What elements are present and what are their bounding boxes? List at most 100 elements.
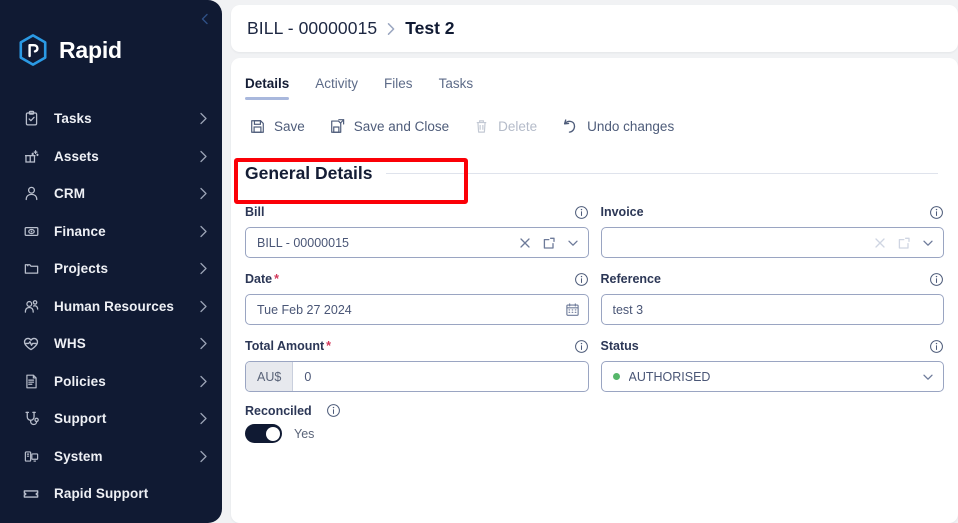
folder-icon [20, 258, 42, 280]
tab-tasks[interactable]: Tasks [439, 76, 474, 100]
section-title: General Details [245, 163, 373, 183]
sidebar-item-finance[interactable]: Finance [0, 213, 222, 251]
delete-button-label: Delete [498, 118, 538, 134]
info-icon[interactable] [929, 272, 944, 287]
field-reconciled: Reconciled Yes [245, 403, 944, 443]
reconciled-toggle-text: Yes [294, 426, 315, 441]
sidebar-item-policies[interactable]: Policies [0, 363, 222, 401]
sidebar-item-label: Tasks [54, 111, 92, 127]
sidebar-item-support[interactable]: Support [0, 400, 222, 438]
delete-button[interactable]: Delete [473, 118, 537, 135]
bill-input[interactable]: BILL - 00000015 [245, 227, 589, 258]
sidebar-item-label: Support [54, 411, 107, 427]
sidebar-item-tasks[interactable]: Tasks [0, 100, 222, 138]
brand[interactable]: Rapid [0, 0, 222, 74]
total-amount-input[interactable]: AU$ 0 [245, 361, 589, 392]
save-and-close-button[interactable]: Save and Close [329, 118, 449, 135]
date-input[interactable]: Tue Feb 27 2024 [245, 294, 589, 325]
chevron-right-icon [199, 225, 208, 238]
sidebar-item-label: Projects [54, 261, 109, 277]
info-icon[interactable] [929, 339, 944, 354]
action-toolbar: Save Save and Close Delete Undo changes [231, 103, 958, 149]
info-icon[interactable] [574, 272, 589, 287]
date-value: Tue Feb 27 2024 [257, 302, 352, 317]
info-icon[interactable] [574, 339, 589, 354]
toggle-knob [265, 426, 280, 441]
info-icon[interactable] [574, 205, 589, 220]
sidebar-collapse-button[interactable] [194, 8, 216, 30]
status-label: Status [600, 339, 639, 353]
save-button-label: Save [274, 118, 305, 134]
reconciled-toggle-row: Yes [245, 424, 944, 443]
section-divider [386, 173, 938, 174]
main-area: BILL - 00000015 Test 2 Details Activity … [222, 0, 958, 523]
open-external-icon[interactable] [542, 236, 556, 250]
field-reference: Reference test 3 [600, 269, 945, 325]
chevron-right-icon [386, 22, 396, 36]
clear-x-icon[interactable] [873, 236, 887, 250]
sidebar: Rapid Tasks Assets CRM Finance Projects … [0, 0, 222, 523]
chevron-down-icon[interactable] [921, 236, 935, 250]
required-marker: * [326, 339, 332, 353]
field-label-row: Invoice [601, 202, 945, 222]
people-icon [20, 295, 42, 317]
undo-changes-button[interactable]: Undo changes [561, 117, 674, 135]
invoice-input[interactable] [600, 227, 944, 258]
chevron-down-icon[interactable] [566, 236, 580, 250]
chevron-left-icon [201, 13, 208, 25]
sidebar-item-label: WHS [54, 336, 86, 352]
tab-bar: Details Activity Files Tasks [231, 58, 958, 100]
field-status: Status AUTHORISED [600, 336, 945, 392]
calendar-icon[interactable] [565, 302, 580, 317]
bill-value: BILL - 00000015 [257, 235, 349, 250]
sidebar-item-system[interactable]: System [0, 438, 222, 476]
open-external-icon[interactable] [897, 236, 911, 250]
server-icon [20, 445, 42, 467]
sidebar-item-rapid-support[interactable]: Rapid Support [0, 475, 222, 513]
undo-arrow-icon [561, 117, 579, 135]
money-eye-icon [20, 220, 42, 242]
sidebar-item-label: Rapid Support [54, 486, 149, 502]
chevron-right-icon [199, 150, 208, 163]
reconciled-toggle[interactable] [245, 424, 282, 443]
info-icon[interactable] [929, 205, 944, 220]
general-details-form: Bill BILL - 00000015 Invoice Date * Tue … [231, 202, 958, 443]
breadcrumb: BILL - 00000015 Test 2 [231, 5, 958, 52]
status-badge [612, 373, 620, 380]
save-and-close-button-label: Save and Close [353, 118, 450, 134]
tab-activity[interactable]: Activity [315, 76, 358, 100]
trash-icon [473, 118, 490, 135]
sidebar-item-label: Finance [54, 223, 106, 239]
status-select[interactable]: AUTHORISED [600, 361, 944, 392]
sidebar-item-human-resources[interactable]: Human Resources [0, 288, 222, 326]
undo-changes-button-label: Undo changes [587, 118, 675, 134]
reference-label: Reference [600, 272, 661, 286]
sidebar-item-projects[interactable]: Projects [0, 250, 222, 288]
rapid-logo-icon [19, 34, 47, 66]
sidebar-item-crm[interactable]: CRM [0, 175, 222, 213]
chevron-right-icon [199, 337, 208, 350]
tab-files[interactable]: Files [384, 76, 413, 100]
required-marker: * [274, 272, 279, 286]
sidebar-item-label: CRM [54, 186, 86, 202]
sidebar-item-assets[interactable]: Assets [0, 138, 222, 176]
clear-x-icon[interactable] [518, 236, 532, 250]
breadcrumb-root-link[interactable]: BILL - 00000015 [247, 18, 377, 39]
chevron-right-icon [199, 112, 208, 125]
info-icon[interactable] [326, 403, 341, 418]
reference-value: test 3 [612, 302, 644, 317]
field-label-row: Reference [601, 269, 945, 289]
reference-input[interactable]: test 3 [600, 294, 944, 325]
field-label-row: Status [601, 336, 945, 356]
chevron-right-icon [199, 375, 208, 388]
app-root: Rapid Tasks Assets CRM Finance Projects … [0, 0, 958, 523]
chevron-down-icon[interactable] [921, 370, 935, 384]
sidebar-item-whs[interactable]: WHS [0, 325, 222, 363]
sidebar-item-label: System [54, 448, 103, 464]
field-invoice: Invoice [600, 202, 945, 258]
save-button[interactable]: Save [249, 118, 305, 135]
field-label-row: Reconciled [245, 403, 944, 418]
tab-details[interactable]: Details [245, 76, 290, 100]
clipboard-check-icon [20, 108, 42, 130]
breadcrumb-current: Test 2 [405, 18, 455, 38]
